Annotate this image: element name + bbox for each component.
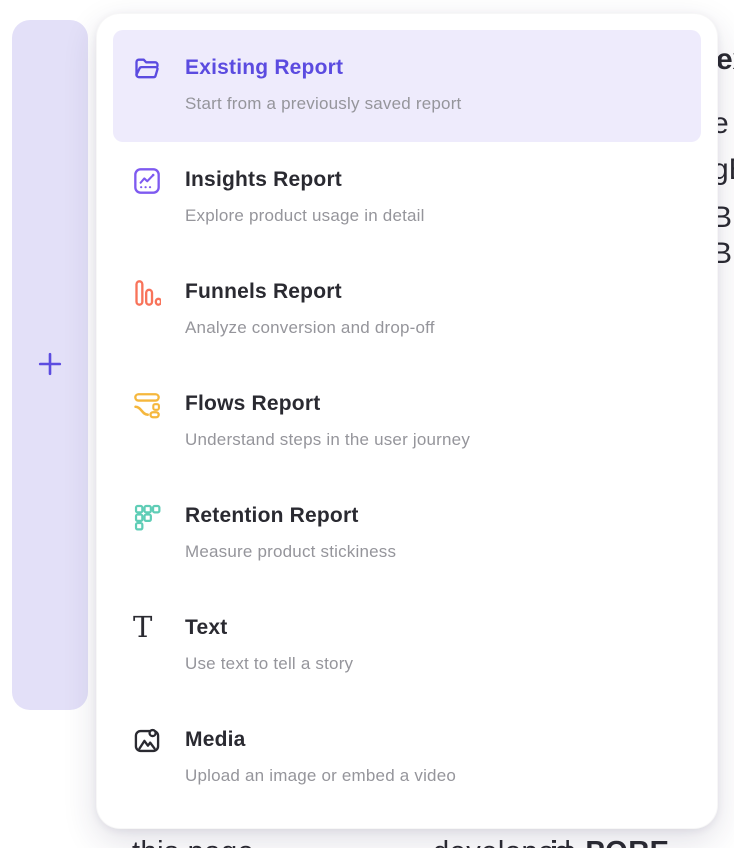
menu-item-flows-report[interactable]: Flows Report Understand steps in the use… — [113, 366, 701, 478]
menu-item-title: Funnels Report — [185, 278, 435, 305]
media-image-icon — [133, 727, 163, 757]
board-side-rail — [12, 20, 88, 710]
menu-item-text[interactable]: T Text Use text to tell a story — [113, 590, 701, 702]
board-canvas: ex e gB B B this page developed in PORE — [0, 0, 734, 848]
menu-item-subtitle: Understand steps in the user journey — [185, 429, 470, 451]
text-icon: T — [133, 615, 163, 645]
menu-item-funnels-report[interactable]: Funnels Report Analyze conversion and dr… — [113, 254, 701, 366]
menu-item-title: Insights Report — [185, 166, 425, 193]
menu-item-subtitle: Use text to tell a story — [185, 653, 353, 675]
menu-item-retention-report[interactable]: Retention Report Measure product stickin… — [113, 478, 701, 590]
menu-item-subtitle: Analyze conversion and drop-off — [185, 317, 435, 339]
menu-item-title: Media — [185, 726, 456, 753]
add-item-button[interactable] — [30, 344, 70, 387]
menu-item-title: Flows Report — [185, 390, 470, 417]
menu-item-subtitle: Upload an image or embed a video — [185, 765, 456, 787]
menu-item-title: Text — [185, 614, 353, 641]
flows-sankey-icon — [133, 391, 163, 421]
funnels-bars-icon — [133, 279, 163, 309]
menu-item-title: Existing Report — [185, 54, 461, 81]
background-text-fragment: ex — [716, 44, 734, 76]
menu-item-media[interactable]: Media Upload an image or embed a video — [113, 702, 701, 814]
background-text-fragment: this page — [132, 836, 254, 848]
background-text-fragment: in PORE — [550, 836, 670, 848]
menu-item-subtitle: Explore product usage in detail — [185, 205, 425, 227]
add-report-menu: Existing Report Start from a previously … — [96, 13, 718, 829]
insights-chart-icon — [133, 167, 163, 197]
menu-item-title: Retention Report — [185, 502, 396, 529]
menu-item-insights-report[interactable]: Insights Report Explore product usage in… — [113, 142, 701, 254]
retention-grid-icon — [133, 503, 163, 533]
menu-item-existing-report[interactable]: Existing Report Start from a previously … — [113, 30, 701, 142]
plus-icon — [36, 350, 64, 381]
menu-item-subtitle: Start from a previously saved report — [185, 93, 461, 115]
folder-open-icon — [133, 55, 163, 85]
menu-item-subtitle: Measure product stickiness — [185, 541, 396, 563]
